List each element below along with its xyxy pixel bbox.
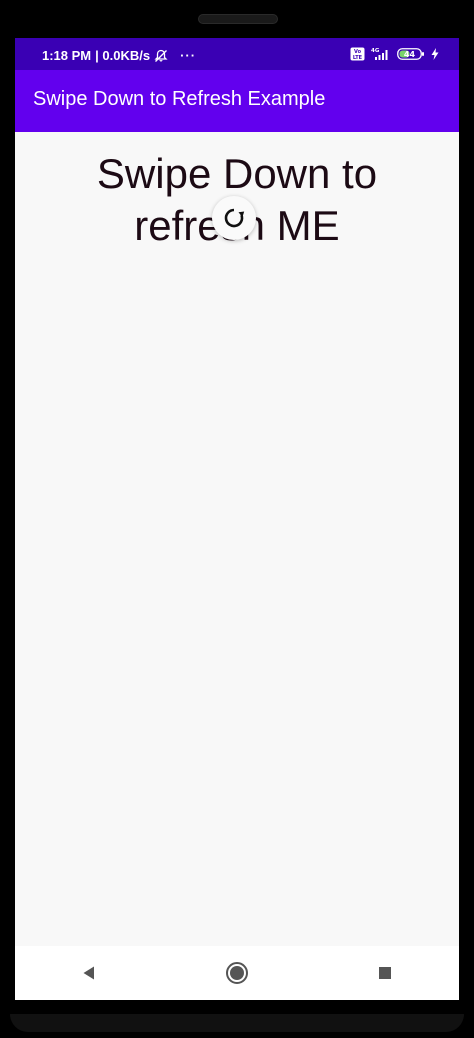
status-right: Vo LTE 4G 44 <box>350 47 439 61</box>
screen: 1:18 PM | 0.0KB/s ··· Vo LTE 4G 44 Swipe… <box>15 38 459 1000</box>
charging-bolt-icon <box>431 48 439 60</box>
recents-square-icon <box>377 965 393 981</box>
earpiece-speaker <box>198 14 278 24</box>
status-speed: | 0.0KB/s <box>95 48 151 63</box>
nav-home-button[interactable] <box>217 953 257 993</box>
app-title: Swipe Down to Refresh Example <box>33 88 326 110</box>
battery-icon: 44 <box>397 47 425 61</box>
nav-recents-button[interactable] <box>365 953 405 993</box>
status-bar: 1:18 PM | 0.0KB/s ··· Vo LTE 4G 44 <box>15 38 459 70</box>
nav-back-button[interactable] <box>69 953 109 993</box>
navigation-bar <box>15 946 459 1000</box>
back-triangle-icon <box>81 965 97 981</box>
signal-4g-icon: 4G <box>371 47 391 61</box>
svg-text:4G: 4G <box>371 48 380 54</box>
refresh-arrow-icon <box>221 205 247 231</box>
svg-text:LTE: LTE <box>353 55 363 61</box>
swipe-refresh-content[interactable]: Swipe Down to refresh ME <box>15 132 459 946</box>
battery-level: 44 <box>404 50 416 59</box>
volte-icon: Vo LTE <box>350 47 365 61</box>
refresh-spinner <box>212 196 256 240</box>
app-bar: Swipe Down to Refresh Example <box>15 70 459 132</box>
main-message-line1: Swipe Down to <box>96 150 378 197</box>
mute-bell-icon <box>154 49 168 63</box>
status-left: 1:18 PM | 0.0KB/s ··· <box>42 48 196 63</box>
status-time: 1:18 PM <box>42 48 92 63</box>
home-circle-icon <box>225 961 249 985</box>
more-notifications-icon: ··· <box>180 48 197 63</box>
phone-frame: 1:18 PM | 0.0KB/s ··· Vo LTE 4G 44 Swipe… <box>0 0 474 1038</box>
bottom-bezel <box>10 1014 464 1032</box>
